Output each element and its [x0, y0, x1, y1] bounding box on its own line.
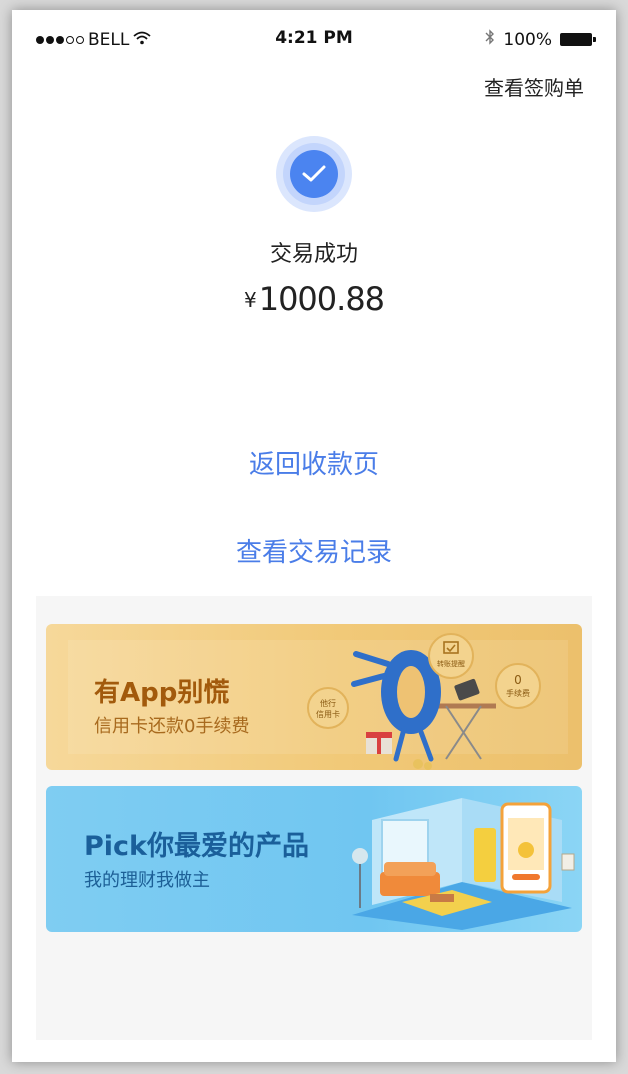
banner-title: 有App别慌 — [94, 678, 230, 708]
banner-title: Pick你最爱的产品 — [84, 831, 310, 862]
view-records-link[interactable]: 查看交易记录 — [12, 532, 616, 569]
badge-transfer-reminder: 转账提醒 — [428, 633, 474, 679]
promo-area: 有App别慌 信用卡还款0手续费 转账提醒 0 手续费 他行 信用卡 Pick你… — [36, 596, 592, 1040]
battery-percent: 100% — [503, 29, 552, 50]
battery-icon — [560, 33, 596, 46]
badge-zero-text: 0 — [514, 673, 522, 687]
transaction-amount: ¥1000.88 — [12, 280, 616, 318]
banner-illustration — [352, 798, 575, 930]
banner-subtitle: 我的理财我做主 — [84, 870, 210, 891]
back-to-payment-link[interactable]: 返回收款页 — [12, 444, 616, 481]
badge-other-bank-text: 他行 — [320, 698, 336, 708]
banner-wealth-products[interactable]: Pick你最爱的产品 我的理财我做主 — [46, 786, 582, 932]
transaction-status: 交易成功 — [269, 242, 358, 267]
banner-subtitle: 信用卡还款0手续费 — [94, 716, 250, 737]
banner-credit-card-repay[interactable]: 有App别慌 信用卡还款0手续费 转账提醒 0 手续费 他行 信用卡 — [46, 624, 582, 770]
bluetooth-icon — [485, 29, 495, 50]
badge-credit-card-text: 信用卡 — [316, 709, 340, 719]
badge-fee-text: 手续费 — [506, 688, 530, 698]
amount-value: 1000.88 — [258, 280, 385, 318]
badge-zero-fee: 0 手续费 — [495, 663, 541, 709]
currency-symbol: ¥ — [243, 288, 257, 312]
view-order-link[interactable]: 查看签购单 — [484, 72, 584, 101]
phone-screen: BELL 4:21 PM 100% 查看签购单 交易成功 ¥1000.88 返回… — [12, 10, 616, 1062]
success-check-icon — [276, 136, 352, 212]
status-right: 100% — [485, 29, 596, 50]
banner-illustration: 转账提醒 0 手续费 他行 信用卡 — [307, 633, 541, 770]
badge-transfer-text: 转账提醒 — [437, 659, 465, 668]
badge-other-bank-card: 他行 信用卡 — [307, 687, 349, 729]
status-bar: BELL 4:21 PM 100% — [12, 10, 616, 56]
